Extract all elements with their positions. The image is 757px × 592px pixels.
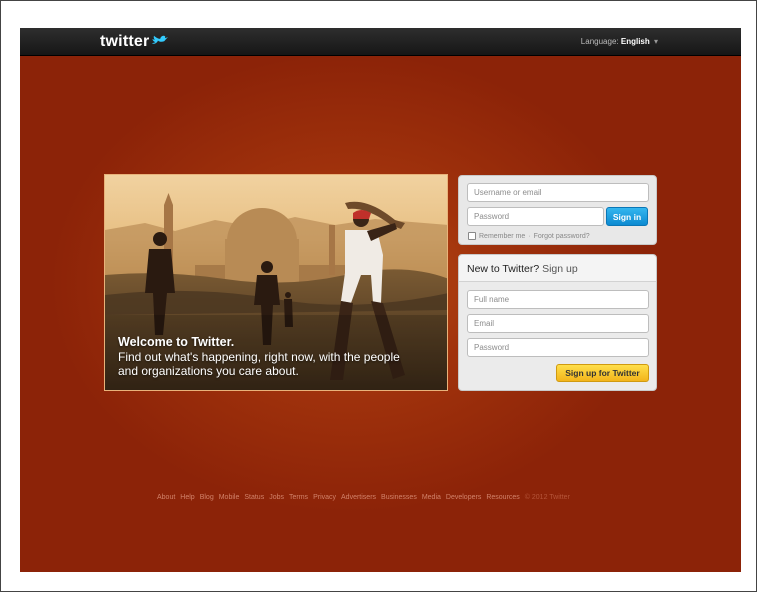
language-selector[interactable]: Language: English ▾ (581, 37, 658, 46)
hero-image: Welcome to Twitter. Find out what's happ… (104, 174, 448, 391)
signup-button[interactable]: Sign up for Twitter (556, 364, 649, 382)
password-input[interactable]: Password (467, 207, 604, 226)
footer-link-privacy[interactable]: Privacy (313, 494, 336, 501)
footer-link-status[interactable]: Status (244, 494, 264, 501)
screenshot-frame: twitter Language: English ▾ Welcome to T… (0, 0, 757, 592)
logo-text: twitter (100, 33, 150, 50)
signup-heading: New to Twitter? Sign up (467, 263, 578, 275)
signup-link[interactable]: Sign up (542, 263, 578, 275)
forgot-password-link[interactable]: Forgot password? (534, 233, 590, 240)
footer-link-about[interactable]: About (157, 494, 175, 501)
separator-dot: · (528, 232, 531, 240)
hero-title: Welcome to Twitter. (118, 335, 235, 349)
footer-link-media[interactable]: Media (422, 494, 441, 501)
footer-link-help[interactable]: Help (180, 494, 194, 501)
signin-button[interactable]: Sign in (606, 207, 648, 226)
page-viewport: twitter Language: English ▾ Welcome to T… (20, 28, 741, 572)
email-input[interactable]: Email (467, 314, 649, 333)
signin-panel: Username or email Password Sign in Remem… (458, 175, 657, 245)
chevron-down-icon: ▾ (653, 37, 658, 46)
footer-link-mobile[interactable]: Mobile (219, 494, 240, 501)
fullname-input[interactable]: Full name (467, 290, 649, 309)
footer-links: About Help Blog Mobile Status Jobs Terms… (157, 494, 570, 501)
signup-password-input[interactable]: Password (467, 338, 649, 357)
footer-link-businesses[interactable]: Businesses (381, 494, 417, 501)
bird-icon (152, 35, 169, 44)
footer-link-advertisers[interactable]: Advertisers (341, 494, 376, 501)
footer-copyright: © 2012 Twitter (524, 494, 570, 501)
footer-link-resources[interactable]: Resources (486, 494, 519, 501)
top-bar: twitter Language: English ▾ (20, 28, 741, 56)
language-value: English (620, 37, 650, 46)
remember-label[interactable]: Remember me (479, 233, 525, 240)
twitter-logo[interactable]: twitter (100, 33, 169, 51)
remember-checkbox[interactable] (468, 232, 476, 240)
footer-link-terms[interactable]: Terms (289, 494, 308, 501)
remember-row: Remember me · Forgot password? (468, 232, 590, 240)
footer-link-jobs[interactable]: Jobs (269, 494, 284, 501)
footer-link-developers[interactable]: Developers (446, 494, 481, 501)
hero-subtitle: Find out what's happening, right now, wi… (118, 350, 400, 378)
username-input[interactable]: Username or email (467, 183, 649, 202)
footer-link-blog[interactable]: Blog (200, 494, 214, 501)
signup-heading-text: New to Twitter? (467, 263, 540, 275)
language-label: Language: (580, 37, 619, 46)
signup-panel: New to Twitter? Sign up Full name Email … (458, 254, 657, 391)
signup-header: New to Twitter? Sign up (459, 255, 656, 282)
